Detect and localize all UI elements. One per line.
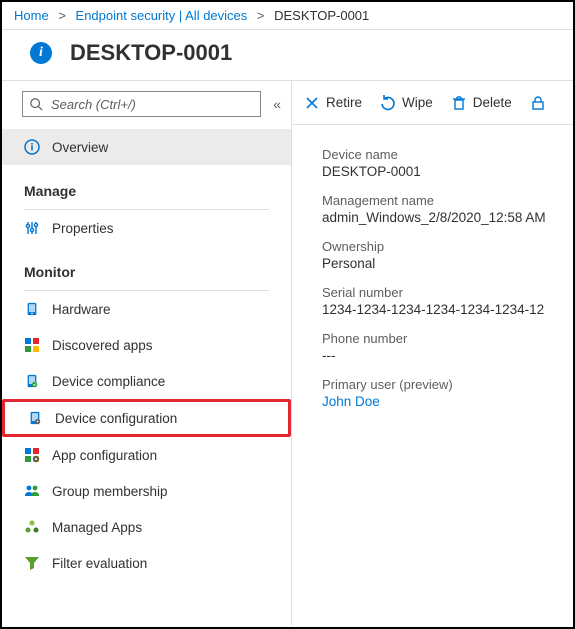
nav-overview-label: Overview (52, 140, 108, 155)
breadcrumb-current: DESKTOP-0001 (274, 8, 369, 23)
lock-icon (530, 95, 546, 111)
breadcrumb-sep-2: > (257, 8, 265, 23)
prop-management-name: Management name admin_Windows_2/8/2020_1… (322, 193, 573, 225)
retire-label: Retire (326, 95, 362, 110)
sidebar-nav: Overview Manage Properties Monitor (2, 127, 291, 581)
nav-filter-evaluation[interactable]: Filter evaluation (2, 545, 291, 581)
breadcrumb-endpoint-security[interactable]: Endpoint security | All devices (76, 8, 248, 23)
nav-group-monitor: Monitor (2, 246, 291, 286)
search-box[interactable] (22, 91, 261, 117)
prop-label: Ownership (322, 239, 573, 254)
app-config-icon (24, 447, 40, 463)
prop-device-name: Device name DESKTOP-0001 (322, 147, 573, 179)
filter-icon (24, 555, 40, 571)
prop-value: Personal (322, 256, 573, 271)
trash-icon (451, 95, 467, 111)
wipe-button[interactable]: Wipe (380, 95, 433, 111)
search-icon (29, 97, 43, 111)
properties-panel: Device name DESKTOP-0001 Management name… (292, 125, 573, 409)
prop-value: --- (322, 348, 573, 363)
search-input[interactable] (49, 96, 254, 113)
prop-value: DESKTOP-0001 (322, 164, 573, 179)
apps-grid-icon (24, 337, 40, 353)
undo-icon (380, 95, 396, 111)
nav-hardware-label: Hardware (52, 302, 111, 317)
content-pane: Retire Wipe Delete Dev (292, 81, 573, 625)
breadcrumb-home[interactable]: Home (14, 8, 49, 23)
primary-user-link[interactable]: John Doe (322, 394, 573, 409)
prop-label: Serial number (322, 285, 573, 300)
prop-label: Device name (322, 147, 573, 162)
delete-label: Delete (473, 95, 512, 110)
info-icon: i (30, 42, 52, 64)
device-config-icon (27, 410, 43, 426)
nav-filter-evaluation-label: Filter evaluation (52, 556, 147, 571)
page-header: i DESKTOP-0001 (2, 30, 573, 80)
managed-apps-icon (24, 519, 40, 535)
nav-group-membership-label: Group membership (52, 484, 168, 499)
prop-label: Phone number (322, 331, 573, 346)
prop-primary-user: Primary user (preview) John Doe (322, 377, 573, 409)
lock-button[interactable] (530, 95, 552, 111)
nav-overview[interactable]: Overview (2, 129, 291, 165)
nav-app-configuration[interactable]: App configuration (2, 437, 291, 473)
prop-value: admin_Windows_2/8/2020_12:58 AM (322, 210, 573, 225)
retire-button[interactable]: Retire (304, 95, 362, 111)
breadcrumb: Home > Endpoint security | All devices >… (2, 2, 573, 30)
command-bar: Retire Wipe Delete (292, 81, 573, 125)
device-icon (24, 301, 40, 317)
nav-discovered-apps-label: Discovered apps (52, 338, 153, 353)
prop-ownership: Ownership Personal (322, 239, 573, 271)
prop-value: 1234-1234-1234-1234-1234-1234-12 (322, 302, 573, 317)
nav-group-membership[interactable]: Group membership (2, 473, 291, 509)
collapse-sidebar-icon[interactable]: « (273, 96, 281, 112)
nav-properties-label: Properties (52, 221, 114, 236)
nav-managed-apps[interactable]: Managed Apps (2, 509, 291, 545)
nav-properties[interactable]: Properties (2, 210, 291, 246)
prop-label: Primary user (preview) (322, 377, 573, 392)
nav-device-compliance[interactable]: Device compliance (2, 363, 291, 399)
prop-serial: Serial number 1234-1234-1234-1234-1234-1… (322, 285, 573, 317)
nav-discovered-apps[interactable]: Discovered apps (2, 327, 291, 363)
group-icon (24, 483, 40, 499)
info-circle-icon (24, 139, 40, 155)
sliders-icon (24, 220, 40, 236)
nav-app-configuration-label: App configuration (52, 448, 157, 463)
nav-group-manage: Manage (2, 165, 291, 205)
nav-device-configuration[interactable]: Device configuration (2, 399, 291, 437)
nav-hardware[interactable]: Hardware (2, 291, 291, 327)
nav-device-compliance-label: Device compliance (52, 374, 165, 389)
device-compliance-icon (24, 373, 40, 389)
x-icon (304, 95, 320, 111)
nav-managed-apps-label: Managed Apps (52, 520, 142, 535)
wipe-label: Wipe (402, 95, 433, 110)
sidebar: « Overview Manage Properties (2, 81, 292, 625)
prop-label: Management name (322, 193, 573, 208)
delete-button[interactable]: Delete (451, 95, 512, 111)
page-title: DESKTOP-0001 (70, 40, 232, 66)
breadcrumb-sep-1: > (58, 8, 66, 23)
prop-phone: Phone number --- (322, 331, 573, 363)
nav-device-configuration-label: Device configuration (55, 411, 177, 426)
